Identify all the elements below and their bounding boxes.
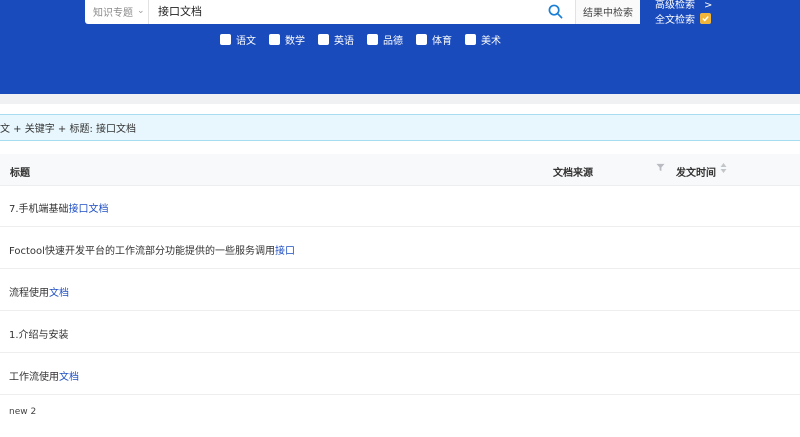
row-title-link[interactable]: 流程使用文档 bbox=[9, 284, 69, 299]
fulltext-checkbox[interactable] bbox=[700, 13, 711, 24]
header-divider-strip bbox=[0, 94, 800, 104]
row-title-link[interactable]: 工作流使用文档 bbox=[9, 368, 79, 383]
results-table-header: 标题 文档来源 发文时间 bbox=[0, 154, 800, 186]
filter-criteria-text: 文 + 关键字 + 标题: 接口文档 bbox=[0, 124, 137, 135]
checkbox-icon[interactable] bbox=[465, 34, 476, 45]
subject-checkbox-art[interactable]: 美术 bbox=[465, 32, 501, 47]
row-title-link[interactable]: Foctool快速开发平台的工作流部分功能提供的一些服务调用接口 bbox=[9, 242, 295, 257]
advanced-search-link[interactable]: 高级检索 > bbox=[655, 0, 712, 11]
table-row[interactable]: Foctool快速开发平台的工作流部分功能提供的一些服务调用接口 bbox=[0, 227, 800, 269]
checkbox-icon[interactable] bbox=[220, 34, 231, 45]
table-row[interactable]: new 2 bbox=[0, 395, 800, 437]
chevron-right-icon: > bbox=[704, 0, 713, 11]
top-search-header: 知识专题 ⌄ 接口文档 结果中检索 高级检索 > 全文检索 语文 数学 英语 品德… bbox=[0, 0, 800, 94]
search-bar: 知识专题 ⌄ 接口文档 结果中检索 bbox=[85, 0, 640, 24]
fulltext-search-label: 全文检索 bbox=[655, 15, 695, 26]
search-within-results-button[interactable]: 结果中检索 bbox=[575, 0, 640, 24]
checkbox-icon[interactable] bbox=[318, 34, 329, 45]
table-row[interactable]: 流程使用文档 bbox=[0, 269, 800, 311]
fulltext-search-toggle[interactable]: 全文检索 bbox=[655, 11, 711, 26]
advanced-search-label: 高级检索 bbox=[655, 0, 695, 11]
subject-filters: 语文 数学 英语 品德 体育 美术 bbox=[220, 32, 514, 47]
active-filter-bar: 文 + 关键字 + 标题: 接口文档 bbox=[0, 114, 800, 141]
row-title-link[interactable]: new 2 bbox=[9, 407, 36, 417]
subject-checkbox-chinese[interactable]: 语文 bbox=[220, 32, 256, 47]
filter-icon[interactable] bbox=[656, 163, 665, 175]
chevron-down-icon: ⌄ bbox=[137, 6, 145, 16]
sort-icon[interactable] bbox=[720, 162, 727, 177]
table-row[interactable]: 1.介绍与安装 bbox=[0, 311, 800, 353]
row-title-link[interactable]: 7.手机端基础接口文档 bbox=[9, 200, 109, 215]
search-icon[interactable] bbox=[546, 2, 564, 20]
search-input[interactable]: 接口文档 bbox=[149, 3, 546, 19]
scope-dropdown[interactable]: 知识专题 ⌄ bbox=[85, 0, 149, 24]
subject-checkbox-morality[interactable]: 品德 bbox=[367, 32, 403, 47]
subject-checkbox-english[interactable]: 英语 bbox=[318, 32, 354, 47]
checkbox-icon[interactable] bbox=[269, 34, 280, 45]
scope-label: 知识专题 bbox=[93, 7, 133, 19]
checkbox-icon[interactable] bbox=[367, 34, 378, 45]
subject-checkbox-pe[interactable]: 体育 bbox=[416, 32, 452, 47]
table-row[interactable]: 7.手机端基础接口文档 bbox=[0, 185, 800, 227]
table-row[interactable]: 工作流使用文档 bbox=[0, 353, 800, 395]
checkbox-icon[interactable] bbox=[416, 34, 427, 45]
row-title-link[interactable]: 1.介绍与安装 bbox=[9, 326, 69, 341]
column-header-time[interactable]: 发文时间 bbox=[676, 164, 716, 179]
column-header-source: 文档来源 bbox=[553, 168, 593, 179]
subject-checkbox-math[interactable]: 数学 bbox=[269, 32, 305, 47]
column-header-title: 标题 bbox=[10, 168, 30, 179]
